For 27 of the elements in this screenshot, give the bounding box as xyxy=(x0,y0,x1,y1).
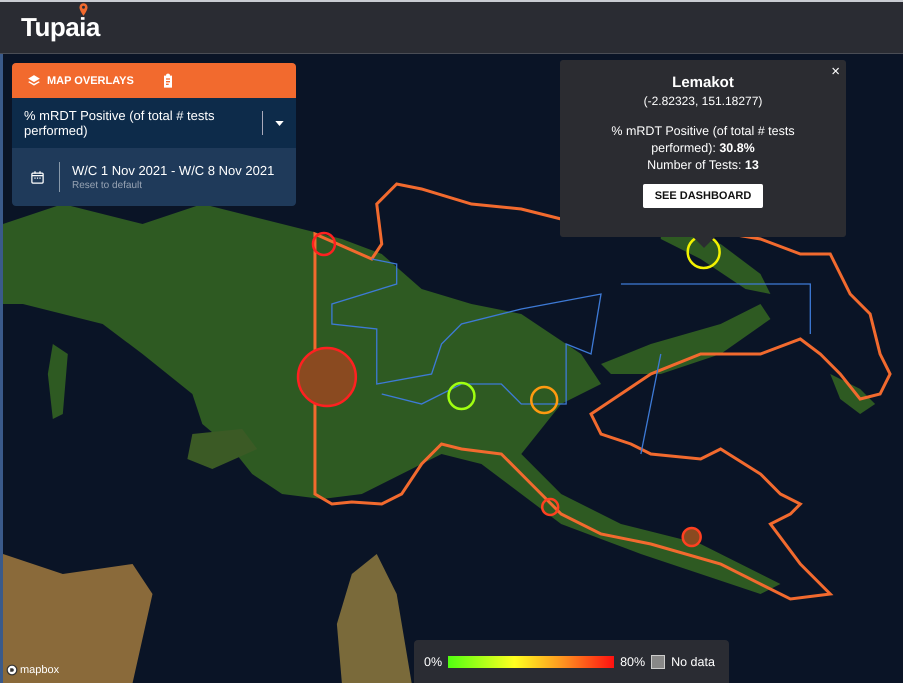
map-marker[interactable] xyxy=(530,386,558,414)
mapbox-logo-icon xyxy=(6,664,18,676)
map-marker[interactable] xyxy=(296,346,358,408)
calendar-icon[interactable] xyxy=(30,170,45,184)
popup-title: Lemakot xyxy=(672,74,734,91)
map-marker[interactable] xyxy=(681,526,702,548)
measurement-text: % mRDT Positive (of total # tests performed): 30.8% xyxy=(610,123,796,157)
see-dashboard-button[interactable]: SEE DASHBOARD xyxy=(642,184,764,208)
reset-link[interactable]: Reset to default xyxy=(72,180,274,191)
overlay-dropdown[interactable]: % mRDT Positive (of total # tests performed) xyxy=(12,98,296,148)
no-data-swatch xyxy=(651,654,666,668)
map-marker[interactable] xyxy=(312,232,336,256)
close-button[interactable]: × xyxy=(829,61,842,82)
measurement-text: Number of Tests: 13 xyxy=(646,157,760,174)
popup-pointer-icon xyxy=(692,236,716,248)
layers-icon xyxy=(27,74,41,88)
map-pin-icon xyxy=(79,3,88,16)
legend-max-label: 80% xyxy=(620,654,646,668)
panel-title: MAP OVERLAYS xyxy=(47,74,134,86)
map-marker[interactable] xyxy=(540,498,560,516)
date-range-text: W/C 1 Nov 2021 - W/C 8 Nov 2021 xyxy=(72,163,274,178)
attribution-text[interactable]: mapbox xyxy=(20,664,60,676)
no-data-label: No data xyxy=(671,654,715,668)
logo-text[interactable]: Tupaia xyxy=(21,12,100,42)
coordinates-text: (-2.82323, 151.18277) xyxy=(644,94,762,108)
caret-icon xyxy=(275,120,284,126)
legend-min-label: 0% xyxy=(424,654,442,668)
